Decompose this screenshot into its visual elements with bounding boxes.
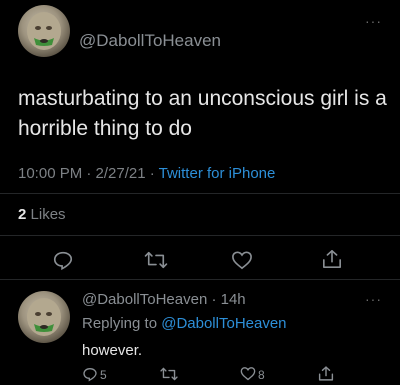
reply-author-avatar[interactable] <box>18 291 70 343</box>
likes-label: Likes <box>30 206 66 223</box>
author-avatar[interactable] <box>18 5 70 57</box>
more-icon[interactable]: ··· <box>365 14 382 28</box>
like-count: 8 <box>258 368 265 382</box>
like-icon[interactable] <box>231 250 253 270</box>
reply-count: 5 <box>100 368 107 382</box>
replying-to-prefix: Replying to <box>82 315 162 332</box>
reply-icon[interactable] <box>52 249 74 271</box>
divider <box>0 279 400 280</box>
divider <box>0 193 400 194</box>
reply-text: however. <box>82 342 143 359</box>
author-handle[interactable]: @DabollToHeaven <box>79 31 221 51</box>
likes-row[interactable]: 2 Likes <box>18 206 66 223</box>
more-icon[interactable]: ··· <box>365 292 382 306</box>
retweet-icon[interactable] <box>160 366 178 382</box>
share-icon[interactable] <box>318 365 334 382</box>
replying-to: Replying to @DabollToHeaven <box>82 315 287 332</box>
divider <box>0 235 400 236</box>
tweet-source-link[interactable]: Twitter for iPhone <box>159 165 276 182</box>
tweet-text: masturbating to an unconscious girl is a… <box>18 87 387 140</box>
tweet-meta: 10:00 PM · 2/27/21 · Twitter for iPhone <box>18 165 275 182</box>
tweet-time: 10:00 PM · 2/27/21 · <box>18 165 159 182</box>
reply-author-handle[interactable]: @DabollToHeaven · 14h <box>82 291 246 308</box>
likes-count: 2 <box>18 206 27 223</box>
replying-to-handle[interactable]: @DabollToHeaven <box>161 315 286 332</box>
reply-icon[interactable] <box>82 366 98 382</box>
share-icon[interactable] <box>322 248 342 270</box>
like-icon[interactable] <box>240 366 256 381</box>
retweet-icon[interactable] <box>144 250 168 270</box>
